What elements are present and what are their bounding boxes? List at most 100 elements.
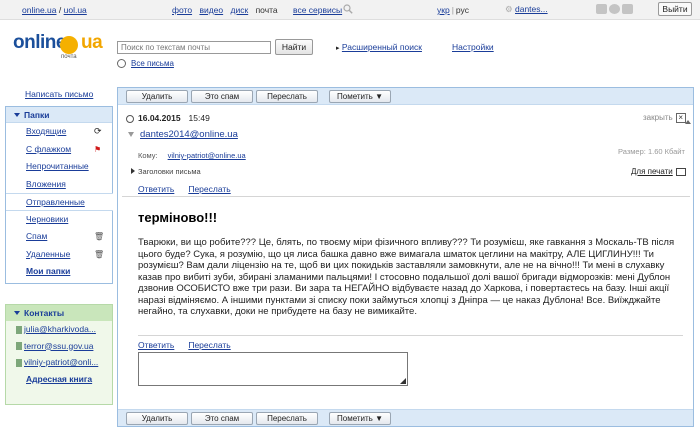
user-menu[interactable]: ⚙ dantes... (505, 4, 548, 15)
folder-drafts[interactable]: Черновики (6, 211, 112, 229)
reply-link[interactable]: Ответить (138, 340, 174, 350)
folders-header[interactable]: Папки (6, 107, 112, 123)
compose-link[interactable]: Написать письмо (25, 89, 93, 99)
mail-icon[interactable] (622, 4, 633, 14)
arrow-right-icon: ▸ (336, 45, 340, 52)
contact-icon (16, 325, 22, 334)
expand-icon (131, 168, 135, 174)
lang-ukr[interactable]: укр (437, 5, 450, 15)
scroll-up-icon[interactable] (685, 120, 691, 124)
contacts-header[interactable]: Контакты (6, 305, 112, 321)
message-body: Тварюки, ви що робите??? Це, блять, по т… (138, 237, 675, 317)
collapse-icon (14, 311, 20, 315)
search-icon[interactable] (343, 4, 353, 14)
search-button[interactable]: Найти (275, 39, 313, 55)
refresh-icon[interactable]: ⟳ (94, 123, 102, 136)
flag-icon: ⚑ (94, 144, 102, 154)
address-book-link[interactable]: Адресная книга (6, 371, 112, 388)
advanced-search-label[interactable]: Расширенный поиск (342, 42, 422, 52)
clock-icon (126, 114, 134, 123)
chat-icon[interactable] (609, 4, 620, 14)
service-disk[interactable]: диск (231, 5, 249, 15)
top-toolbar: Удалить Это спам Переслать Пометить ▼ (118, 88, 693, 105)
service-photo[interactable]: фото (172, 5, 192, 15)
forward-link[interactable]: Переслать (188, 184, 230, 194)
divider (122, 196, 690, 197)
divider (138, 335, 683, 336)
delete-button[interactable]: Удалить (126, 90, 188, 103)
top-bar: online.ua / uol.ua фото видео диск почта… (0, 0, 700, 20)
forward-link[interactable]: Переслать (188, 340, 230, 350)
message-panel: Удалить Это спам Переслать Пометить ▼ 16… (117, 87, 694, 427)
recipient-email[interactable]: vilniy-patriot@online.ua (168, 151, 246, 160)
notify-icons (596, 4, 635, 16)
contacts-title: Контакты (24, 308, 65, 318)
folder-attachments[interactable]: Вложения (6, 176, 112, 194)
print-link[interactable]: Для печати (631, 167, 686, 176)
language-switch: укр | рус (437, 5, 469, 15)
notification-icon[interactable] (596, 4, 607, 14)
all-mail-icon (117, 59, 126, 69)
collapse-icon (14, 113, 20, 117)
folder-inbox[interactable]: Входящие ⟳ (6, 123, 112, 141)
trash-icon[interactable]: 🗑 (94, 246, 104, 259)
home-link[interactable]: online.ua (22, 5, 57, 15)
trash-icon[interactable]: 🗑 (94, 228, 104, 241)
message-time: 15:49 (188, 113, 210, 123)
recipient-row: Кому: vilniy-patriot@online.ua (138, 151, 246, 160)
logo-tld: ua (81, 32, 103, 53)
logo-main: online (13, 32, 66, 53)
sender-toggle-icon[interactable] (128, 132, 134, 137)
message-subject: терміново!!! (138, 210, 218, 225)
mark-button[interactable]: Пометить ▼ (329, 90, 391, 103)
message-actions-top: Ответить Переслать (138, 184, 245, 194)
folder-sent[interactable]: Отправленные (6, 193, 113, 211)
spam-button[interactable]: Это спам (191, 412, 253, 425)
headers-toggle[interactable]: Заголовки письма (131, 167, 201, 176)
sender: dantes2014@online.ua (128, 129, 238, 140)
contact-item[interactable]: julia@kharkivoda... (6, 321, 112, 338)
forward-button[interactable]: Переслать (256, 412, 318, 425)
logo-ball-icon (60, 36, 78, 54)
bottom-toolbar: Удалить Это спам Переслать Пометить ▼ (118, 409, 693, 426)
all-mail-label[interactable]: Все письма (131, 59, 174, 68)
settings-link[interactable]: Настройки (452, 42, 494, 52)
contact-icon (16, 358, 22, 367)
folder-flagged[interactable]: С флажком ⚑ (6, 141, 112, 159)
delete-button[interactable]: Удалить (126, 412, 188, 425)
all-mail-link[interactable]: Все письма (117, 59, 174, 69)
contact-item[interactable]: terror@ssu.gov.ua (6, 338, 112, 355)
forward-button[interactable]: Переслать (256, 90, 318, 103)
user-name[interactable]: dantes... (515, 4, 548, 14)
folder-deleted[interactable]: Удаленные 🗑 (6, 246, 112, 264)
service-all[interactable]: все сервисы (293, 5, 342, 15)
to-label: Кому: (138, 151, 158, 160)
folders-title: Папки (24, 110, 50, 120)
service-video[interactable]: видео (199, 5, 223, 15)
gear-icon: ⚙ (505, 4, 513, 14)
logo[interactable]: online ua почта (13, 32, 113, 62)
spam-button[interactable]: Это спам (191, 90, 253, 103)
advanced-search-link[interactable]: ▸ Расширенный поиск (336, 42, 422, 52)
folder-my-folders[interactable]: Мои папки (6, 263, 112, 281)
portal-links: online.ua / uol.ua (22, 5, 87, 15)
exit-button[interactable]: Выйти (658, 2, 692, 16)
resize-handle-icon[interactable] (400, 378, 406, 384)
quick-reply-textarea[interactable] (138, 352, 408, 386)
contact-icon (16, 342, 22, 351)
contact-item[interactable]: vilniy-patriot@onli... (6, 354, 112, 371)
sender-email[interactable]: dantes2014@online.ua (140, 129, 238, 140)
close-message-button[interactable]: закрыть × (643, 113, 686, 123)
scrollbar[interactable] (684, 120, 692, 375)
folder-spam[interactable]: Спам 🗑 (6, 228, 112, 246)
folders-panel: Папки Входящие ⟳ С флажком ⚑ Непрочитанн… (5, 106, 113, 284)
uol-link[interactable]: uol.ua (64, 5, 87, 15)
mail-search-input[interactable]: Поиск по текстам почты (117, 41, 271, 54)
folder-unread[interactable]: Непрочитанные (6, 158, 112, 176)
message-date: 16.04.2015 15:49 (126, 113, 210, 123)
contacts-panel: Контакты julia@kharkivoda... terror@ssu.… (5, 304, 113, 405)
services-menu: фото видео диск почта все сервисы (172, 5, 347, 15)
reply-link[interactable]: Ответить (138, 184, 174, 194)
mark-button[interactable]: Пометить ▼ (329, 412, 391, 425)
lang-rus: рус (455, 5, 469, 15)
